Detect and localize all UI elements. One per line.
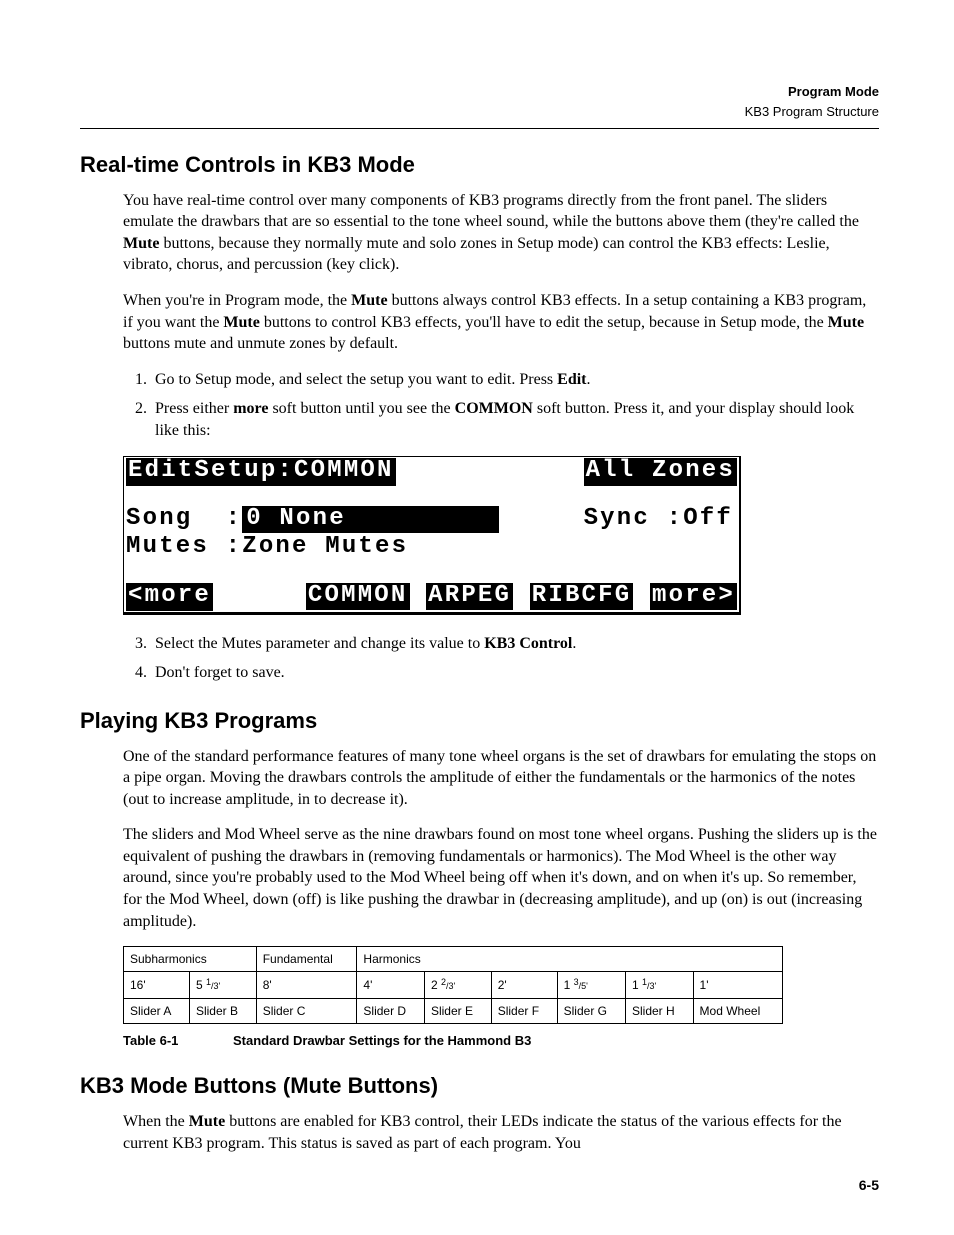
text: Go to Setup mode, and select the setup y… [155,371,557,388]
lcd-soft-arpeg: ARPEG [426,583,513,609]
text: You have real-time control over many com… [123,192,859,231]
cell: Slider B [189,998,256,1023]
bold-common: COMMON [455,400,533,417]
section3-p1: When the Mute buttons are enabled for KB… [123,1111,879,1154]
table-row: Slider A Slider B Slider C Slider D Slid… [124,998,783,1023]
drawbar-table: Subharmonics Fundamental Harmonics 16' 5… [123,946,783,1024]
section2-p1: One of the standard performance features… [123,746,879,811]
cell: Slider D [357,998,425,1023]
bold-more: more [233,400,268,417]
bold-mute: Mute [351,292,387,309]
cell: Slider H [626,998,694,1023]
text: When you're in Program mode, the [123,292,351,309]
page: Program Mode KB3 Program Structure Real-… [0,0,954,1235]
steps-list-cont: Select the Mutes parameter and change it… [123,633,879,684]
heading-playing-kb3: Playing KB3 Programs [80,706,879,736]
cell: Slider E [424,998,491,1023]
group-subharmonics: Subharmonics [124,947,257,972]
running-title: Program Mode [745,82,879,102]
running-header: Program Mode KB3 Program Structure [745,82,879,122]
cell: 8' [256,972,357,998]
bold-mute: Mute [223,314,259,331]
lcd-mutes: Mutes :Zone Mutes [126,534,408,562]
table-row: Subharmonics Fundamental Harmonics [124,947,783,972]
lcd-soft-common: COMMON [306,583,410,609]
section1-body: You have real-time control over many com… [123,190,879,684]
content: Real-time Controls in KB3 Mode You have … [80,150,879,1154]
text: When the [123,1113,189,1130]
text: buttons, because they normally mute and … [123,235,830,274]
cell: 2' [491,972,557,998]
lcd-softkey-row: <more COMMON ARPEG RIBCFG more> [124,582,739,612]
lcd-soft-more-right: more> [650,583,737,609]
cell: 1 1/3' [626,972,694,998]
section2-body: One of the standard performance features… [123,746,879,1050]
lcd-title-row: EditSetup:COMMON All Zones [124,457,739,486]
lcd-soft-ribcfg: RIBCFG [530,583,634,609]
heading-realtime-controls: Real-time Controls in KB3 Mode [80,150,879,180]
text: buttons mute and unmute zones by default… [123,335,398,352]
bold-mute: Mute [189,1113,225,1130]
step-4: Don't forget to save. [151,662,879,684]
lcd-sync-value: Off [683,506,733,532]
lcd-mutes-value: Zone Mutes [242,534,408,560]
bold-kb3-control: KB3 Control [484,635,572,652]
cell: 2 2/3' [424,972,491,998]
lcd-soft-more-left: <more [126,583,213,611]
section2-p2: The sliders and Mod Wheel serve as the n… [123,824,879,932]
cell: 1 3/5' [557,972,625,998]
step-2: Press either more soft button until you … [151,398,879,441]
text: buttons to control KB3 effects, you'll h… [260,314,828,331]
cell: 5 1/3' [189,972,256,998]
text: soft button until you see the [268,400,454,417]
lcd-screenshot: EditSetup:COMMON All Zones Song :0 None … [123,456,741,615]
lcd-title-right: All Zones [584,458,737,486]
lcd-mutes-label: Mutes : [126,534,242,560]
section1-p2: When you're in Program mode, the Mute bu… [123,290,879,355]
group-fundamental: Fundamental [256,947,357,972]
text: . [572,635,576,652]
lcd-gap [124,562,739,582]
lcd-song-label: Song : [126,506,242,532]
page-number: 6-5 [859,1176,879,1195]
cell: 1' [693,972,782,998]
table-row: 16' 5 1/3' 8' 4' 2 2/3' 2' 1 3/5' 1 1/3'… [124,972,783,998]
lcd-soft-right-group: COMMON ARPEG RIBCFG more> [306,583,737,611]
lcd-mutes-row: Mutes :Zone Mutes [124,534,739,562]
section3-body: When the Mute buttons are enabled for KB… [123,1111,879,1154]
cell: Slider A [124,998,190,1023]
bold-mute: Mute [828,314,864,331]
header-rule [80,128,879,129]
step-1: Go to Setup mode, and select the setup y… [151,369,879,391]
lcd-song: Song :0 None [126,506,499,534]
cell: Slider C [256,998,357,1023]
cell: Slider G [557,998,625,1023]
bold-edit: Edit [557,371,586,388]
step-3: Select the Mutes parameter and change it… [151,633,879,655]
table-number: Table 6-1 [123,1032,233,1050]
heading-kb3-mode-buttons: KB3 Mode Buttons (Mute Buttons) [80,1071,879,1101]
cell: 16' [124,972,190,998]
lcd-gap [124,486,739,506]
bold-mute: Mute [123,235,159,252]
cell: Mod Wheel [693,998,782,1023]
steps-list: Go to Setup mode, and select the setup y… [123,369,879,442]
table-caption: Table 6-1Standard Drawbar Settings for t… [123,1032,879,1050]
group-harmonics: Harmonics [357,947,783,972]
lcd-sync: Sync :Off [584,506,733,534]
lcd-song-row: Song :0 None Sync :Off [124,506,739,534]
text: buttons are enabled for KB3 control, the… [123,1113,842,1152]
text: . [587,371,591,388]
lcd-title-left: EditSetup:COMMON [126,458,396,486]
table-title: Standard Drawbar Settings for the Hammon… [233,1033,531,1048]
lcd-song-value: 0 None [242,506,499,532]
text: Press either [155,400,233,417]
text: Select the Mutes parameter and change it… [155,635,484,652]
section1-p1: You have real-time control over many com… [123,190,879,276]
cell: 4' [357,972,425,998]
lcd-sync-label: Sync : [584,506,684,532]
cell: Slider F [491,998,557,1023]
running-subtitle: KB3 Program Structure [745,102,879,122]
